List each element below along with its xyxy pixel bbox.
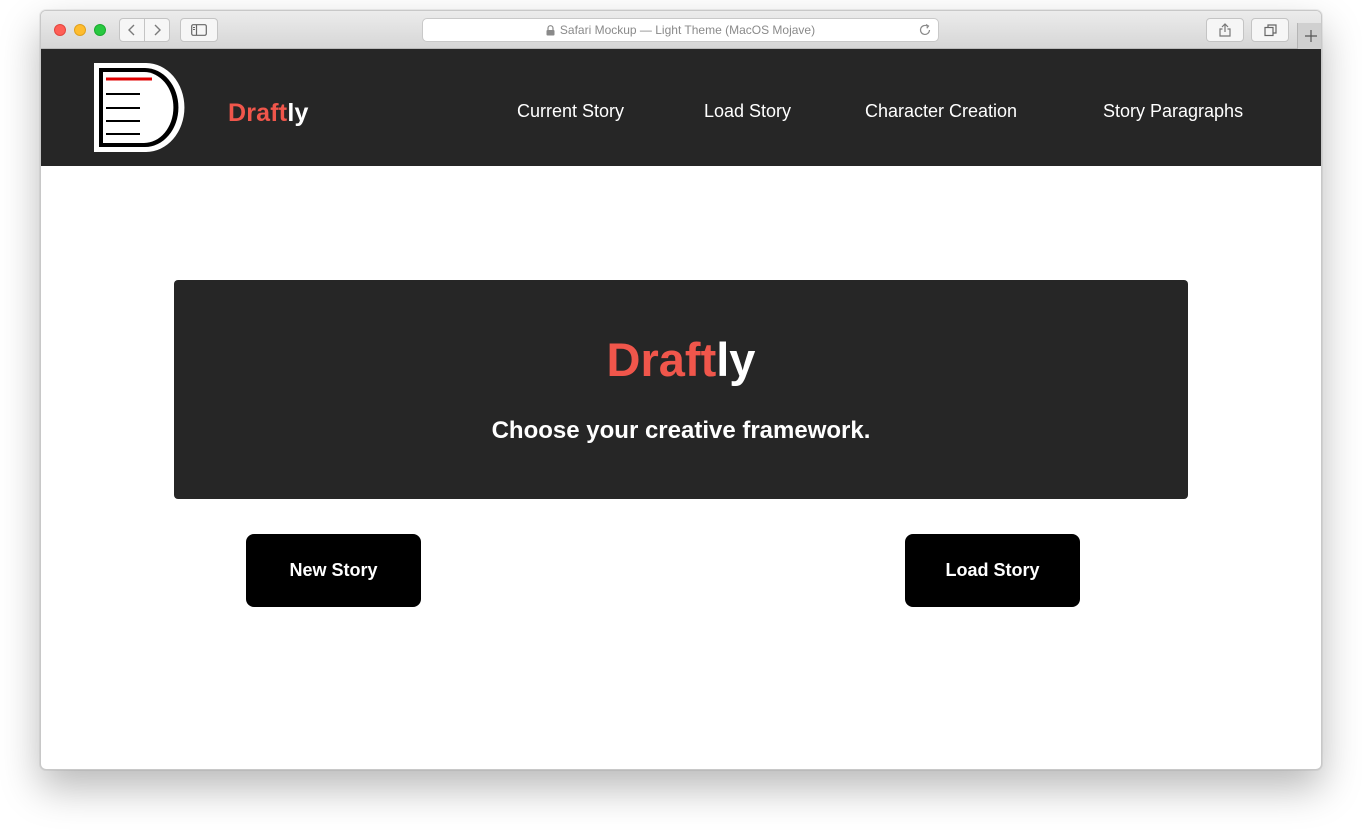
new-story-button[interactable]: New Story [246,534,421,607]
nav-story-paragraphs[interactable]: Story Paragraphs [1103,101,1243,122]
lock-icon [546,24,555,36]
back-button[interactable] [119,18,145,42]
back-arrow-icon [128,24,135,36]
address-text: Safari Mockup — Light Theme (MacOS Mojav… [559,23,816,37]
reload-icon[interactable] [918,23,932,37]
nav-character-creation[interactable]: Character Creation [865,101,1017,122]
forward-button[interactable] [144,18,170,42]
tabs-icon [1263,23,1277,36]
sidebar-icon [191,24,207,36]
share-button[interactable] [1206,18,1244,42]
nav-load-story[interactable]: Load Story [704,101,791,122]
brand-accent: Draft [228,99,288,127]
address-bar[interactable]: Safari Mockup — Light Theme (MacOS Mojav… [422,18,939,42]
new-tab-button[interactable] [1297,23,1321,49]
load-story-button[interactable]: Load Story [905,534,1080,607]
site-header: Draftly Current Story Load Story Charact… [41,49,1321,166]
close-window-button[interactable] [54,24,66,36]
sidebar-toggle-button[interactable] [180,18,218,42]
share-icon [1219,23,1231,37]
hero-subtitle: Choose your creative framework. [491,417,871,444]
show-tabs-button[interactable] [1251,18,1289,42]
plus-icon [1304,30,1317,42]
hero-title: Draftly [174,332,1188,387]
nav-current-story[interactable]: Current Story [517,101,624,122]
forward-arrow-icon [154,24,161,36]
hero-banner: Draftly Choose your creative framework. [174,280,1188,499]
browser-toolbar: Safari Mockup — Light Theme (MacOS Mojav… [41,11,1321,49]
minimize-window-button[interactable] [74,24,86,36]
browser-window: Safari Mockup — Light Theme (MacOS Mojav… [40,10,1322,770]
hero-title-accent: Draft [606,333,717,386]
brand-rest: ly [287,99,309,127]
brand-name[interactable]: Draftly [228,99,309,128]
document-logo-icon[interactable] [90,61,186,154]
zoom-window-button[interactable] [94,24,106,36]
hero-title-rest: ly [716,333,756,386]
